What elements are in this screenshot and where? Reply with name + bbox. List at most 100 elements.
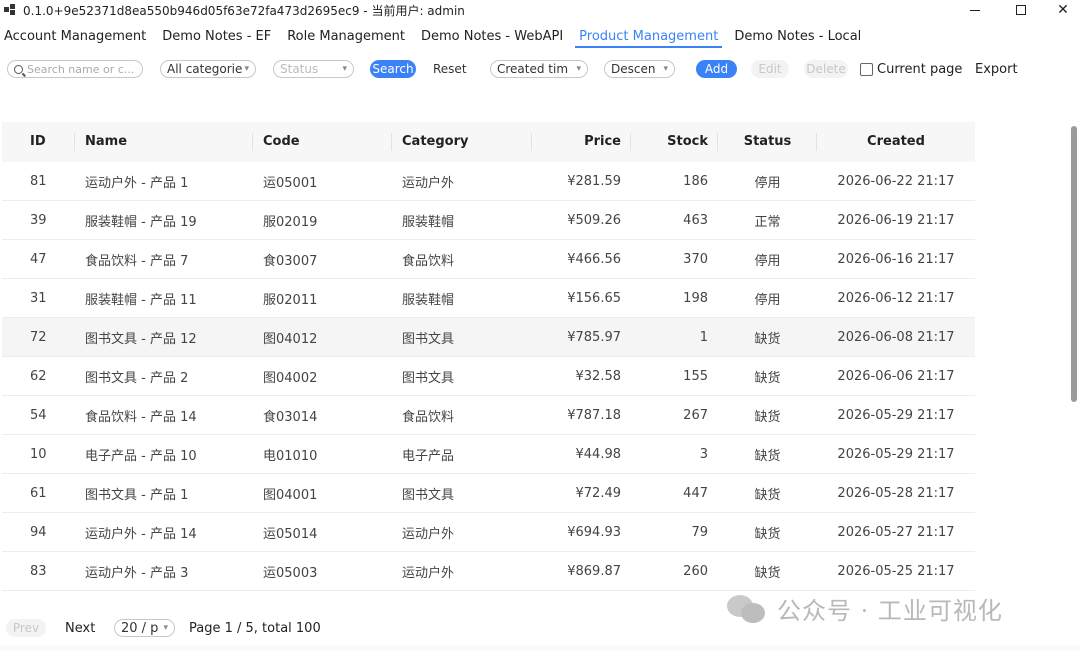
table-row[interactable]: 72 图书文具 - 产品 12 图04012 图书文具 ¥785.97 1 缺货 2026-0… — [2, 318, 975, 357]
sort-field-value: Created tim — [497, 62, 569, 76]
cell-category: 运动户外 — [402, 175, 455, 191]
table-row[interactable]: 62 图书文具 - 产品 2 图04002 图书文具 ¥32.58 155 缺货 2026-0… — [2, 357, 975, 396]
tab-demo-notes-webapi[interactable]: Demo Notes - WebAPI — [417, 28, 567, 48]
cell-created: 2026-05-29 21:17 — [837, 407, 955, 423]
cell-stock: 370 — [683, 251, 708, 267]
cell-price: ¥869.87 — [567, 563, 621, 579]
cell-code: 服02011 — [263, 292, 318, 308]
table-header: ID Name Code Category Price Stock Status… — [2, 122, 975, 162]
app-icon — [4, 4, 16, 16]
header-created[interactable]: Created — [817, 122, 975, 162]
search-icon — [14, 64, 23, 74]
current-page-checkbox[interactable] — [860, 62, 873, 76]
table-row[interactable]: 61 图书文具 - 产品 1 图04001 图书文具 ¥72.49 447 缺货 2026-0… — [2, 474, 975, 513]
tab-role-management[interactable]: Role Management — [283, 28, 409, 48]
cell-status: 缺货 — [754, 565, 781, 581]
chevron-down-icon: ▾ — [663, 64, 668, 74]
table-row[interactable]: 10 电子产品 - 产品 10 电01010 电子产品 ¥44.98 3 缺货 2026-05… — [2, 435, 975, 474]
status-select[interactable]: Status ▾ — [273, 60, 354, 78]
cell-code: 食03014 — [263, 409, 318, 425]
cell-status: 停用 — [754, 175, 781, 191]
reset-button[interactable]: Reset — [433, 60, 467, 78]
table-row[interactable]: 54 食品饮料 - 产品 14 食03014 食品饮料 ¥787.18 267 缺货 2026… — [2, 396, 975, 435]
tab-demo-notes-ef[interactable]: Demo Notes - EF — [158, 28, 275, 48]
edit-button[interactable]: Edit — [751, 60, 789, 78]
cell-price: ¥32.58 — [575, 368, 622, 384]
window-title: 0.1.0+9e52371d8ea550b946d05f63e72fa473d2… — [23, 4, 465, 18]
cell-id: 39 — [30, 212, 47, 228]
maximize-icon — [1016, 5, 1026, 15]
cell-id: 72 — [30, 329, 47, 345]
header-category[interactable]: Category — [392, 122, 532, 162]
delete-button[interactable]: Delete — [804, 60, 848, 78]
cell-name: 图书文具 - 产品 1 — [85, 487, 189, 503]
cell-created: 2026-06-12 21:17 — [837, 290, 955, 306]
header-id[interactable]: ID — [2, 122, 75, 162]
next-page-button[interactable]: Next — [65, 619, 95, 637]
cell-code: 食03007 — [263, 253, 318, 269]
cell-category: 服装鞋帽 — [402, 292, 455, 308]
table-body: 81 运动户外 - 产品 1 运05001 运动户外 ¥281.59 186 停用 2026-… — [2, 162, 975, 591]
page-info: Page 1 / 5, total 100 — [189, 620, 321, 636]
cell-code: 运05003 — [263, 565, 318, 581]
chevron-down-icon: ▾ — [576, 64, 581, 74]
cell-created: 2026-05-28 21:17 — [837, 485, 955, 501]
current-page-toggle[interactable]: Current page — [860, 60, 962, 78]
cell-id: 83 — [30, 563, 47, 579]
cell-stock: 79 — [691, 524, 708, 540]
cell-price: ¥156.65 — [567, 290, 621, 306]
minimize-button[interactable] — [952, 0, 998, 20]
cell-code: 图04012 — [263, 331, 318, 347]
cell-category: 电子产品 — [402, 448, 455, 464]
header-stock[interactable]: Stock — [631, 122, 718, 162]
table-row[interactable]: 81 运动户外 - 产品 1 运05001 运动户外 ¥281.59 186 停用 2026-… — [2, 162, 975, 201]
table-row[interactable]: 39 服装鞋帽 - 产品 19 服02019 服装鞋帽 ¥509.26 463 正常 2026… — [2, 201, 975, 240]
cell-code: 运05014 — [263, 526, 318, 542]
cell-category: 食品饮料 — [402, 253, 455, 269]
scrollbar-thumb[interactable] — [1071, 126, 1077, 402]
export-button[interactable]: Export — [975, 60, 1018, 78]
cell-id: 54 — [30, 407, 47, 423]
cell-status: 缺货 — [754, 487, 781, 503]
header-name[interactable]: Name — [75, 122, 253, 162]
maximize-button[interactable] — [998, 0, 1044, 20]
prev-page-button[interactable]: Prev — [6, 619, 46, 637]
category-select[interactable]: All categorie ▾ — [160, 60, 256, 78]
watermark: 公众号 · 工业可视化 — [727, 588, 1003, 628]
tab-account-management[interactable]: Account Management — [0, 28, 150, 48]
cell-stock: 155 — [683, 368, 708, 384]
module-tabs: Account Management Demo Notes - EF Role … — [0, 28, 873, 50]
product-table: ID Name Code Category Price Stock Status… — [2, 122, 975, 591]
add-button[interactable]: Add — [696, 60, 737, 78]
table-row[interactable]: 31 服装鞋帽 - 产品 11 服02011 服装鞋帽 ¥156.65 198 停用 2026… — [2, 279, 975, 318]
table-row[interactable]: 83 运动户外 - 产品 3 运05003 运动户外 ¥869.87 260 缺货 2026-… — [2, 552, 975, 591]
pagination: Prev Next 20 / p ▾ Page 1 / 5, total 100 — [0, 619, 700, 637]
cell-created: 2026-06-22 21:17 — [837, 173, 955, 189]
cell-name: 电子产品 - 产品 10 — [85, 448, 197, 464]
cell-id: 94 — [30, 524, 47, 540]
cell-price: ¥785.97 — [567, 329, 621, 345]
close-button[interactable]: ✕ — [1040, 0, 1080, 20]
cell-created: 2026-06-08 21:17 — [837, 329, 955, 345]
table-row[interactable]: 94 运动户外 - 产品 14 运05014 运动户外 ¥694.93 79 缺货 2026-… — [2, 513, 975, 552]
sort-order-select[interactable]: Descen ▾ — [604, 60, 675, 78]
tab-demo-notes-local[interactable]: Demo Notes - Local — [730, 28, 865, 48]
search-input[interactable]: Search name or c... — [7, 60, 143, 78]
cell-id: 81 — [30, 173, 47, 189]
cell-code: 服02019 — [263, 214, 318, 230]
cell-name: 运动户外 - 产品 14 — [85, 526, 197, 542]
cell-stock: 198 — [683, 290, 708, 306]
sort-field-select[interactable]: Created tim ▾ — [490, 60, 588, 78]
tab-product-management[interactable]: Product Management — [575, 28, 723, 48]
toolbar: Search name or c... All categorie ▾ Stat… — [0, 60, 1080, 80]
cell-id: 61 — [30, 485, 47, 501]
page-size-select[interactable]: 20 / p ▾ — [114, 619, 175, 637]
table-row[interactable]: 47 食品饮料 - 产品 7 食03007 食品饮料 ¥466.56 370 停用 2026-… — [2, 240, 975, 279]
header-code[interactable]: Code — [253, 122, 392, 162]
header-status[interactable]: Status — [718, 122, 817, 162]
cell-name: 图书文具 - 产品 2 — [85, 370, 189, 386]
header-price[interactable]: Price — [532, 122, 631, 162]
search-button[interactable]: Search — [370, 60, 416, 78]
cell-id: 62 — [30, 368, 47, 384]
sort-order-value: Descen — [611, 62, 656, 76]
